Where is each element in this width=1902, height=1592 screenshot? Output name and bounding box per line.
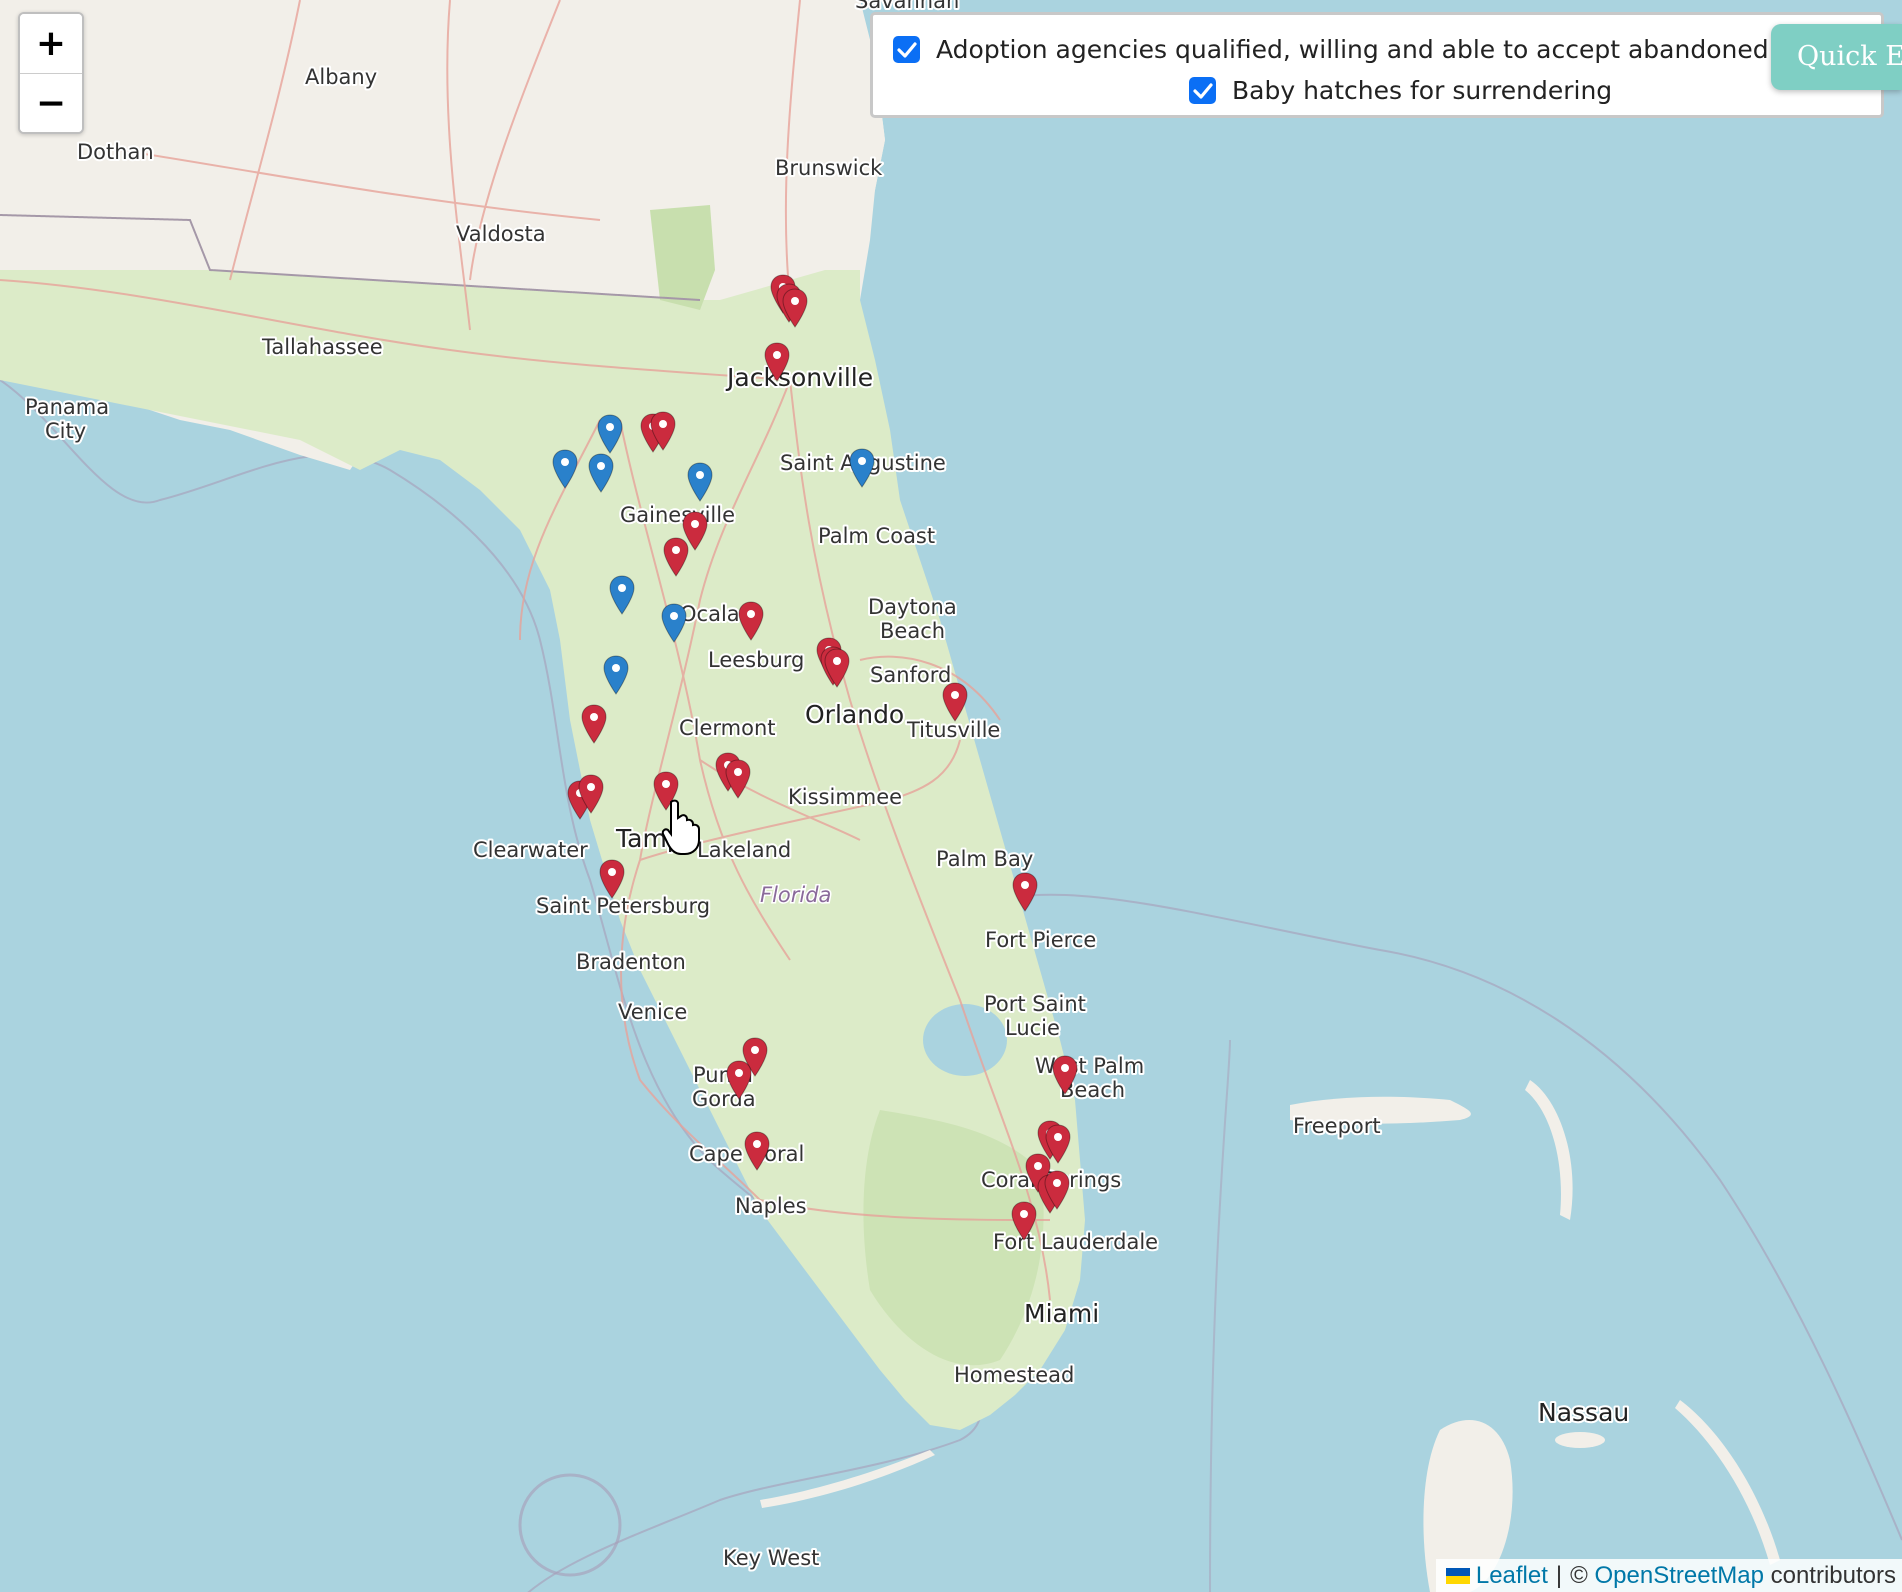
baby-hatches-label: Baby hatches for surrendering bbox=[1232, 76, 1613, 105]
label-freeport: Freeport bbox=[1293, 1114, 1381, 1138]
pin-center-dot bbox=[1034, 1162, 1042, 1170]
label-city: City bbox=[45, 419, 86, 443]
label-leesburg: Leesburg bbox=[708, 648, 804, 672]
pin-center-dot bbox=[608, 868, 616, 876]
new-providence bbox=[1555, 1432, 1605, 1448]
label-clermont: Clermont bbox=[679, 716, 776, 740]
label-albany: Albany bbox=[305, 65, 377, 89]
label-miami: Miami bbox=[1024, 1299, 1099, 1328]
filter-panel: Adoption agencies qualified, willing and… bbox=[870, 12, 1884, 118]
ukraine-flag-icon bbox=[1445, 1567, 1470, 1584]
label-palm-bay: Palm Bay bbox=[936, 847, 1033, 871]
label-beach: Beach bbox=[880, 619, 945, 643]
map-canvas[interactable]: Savannah Albany Dothan Brunswick Valdost… bbox=[0, 0, 1902, 1592]
label-lucie: Lucie bbox=[1005, 1016, 1060, 1040]
label-panama: Panama bbox=[25, 395, 109, 419]
label-tallahassee: Tallahassee bbox=[261, 335, 383, 359]
label-west-palm: West Palm bbox=[1035, 1054, 1144, 1078]
map-attribution: Leaflet | © OpenStreetMap contributors bbox=[1435, 1559, 1902, 1592]
pin-center-dot bbox=[587, 783, 595, 791]
pin-center-dot bbox=[597, 462, 605, 470]
label-lakeland: Lakeland bbox=[697, 838, 791, 862]
pin-center-dot bbox=[753, 1140, 761, 1148]
contributors-text: contributors bbox=[1770, 1562, 1896, 1589]
label-sanford: Sanford bbox=[870, 663, 951, 687]
label-gainesville: Gainesville bbox=[620, 503, 735, 527]
filter-adoption-agencies[interactable]: Adoption agencies qualified, willing and… bbox=[893, 35, 1883, 64]
label-gorda: Gorda bbox=[692, 1087, 756, 1111]
pin-center-dot bbox=[696, 471, 704, 479]
pin-center-dot bbox=[833, 657, 841, 665]
label-nassau: Nassau bbox=[1538, 1398, 1629, 1427]
pin-center-dot bbox=[735, 1069, 743, 1077]
label-titusville: Titusville bbox=[906, 718, 1000, 742]
pin-center-dot bbox=[734, 768, 742, 776]
check-icon bbox=[1192, 82, 1213, 99]
label-dothan: Dothan bbox=[77, 140, 154, 164]
pin-center-dot bbox=[751, 1046, 759, 1054]
pin-center-dot bbox=[618, 584, 626, 592]
pin-center-dot bbox=[1020, 1210, 1028, 1218]
adoption-agencies-checkbox[interactable] bbox=[893, 36, 920, 63]
map-tiles: Savannah Albany Dothan Brunswick Valdost… bbox=[0, 0, 1902, 1592]
label-valdosta: Valdosta bbox=[456, 222, 546, 246]
pin-center-dot bbox=[606, 423, 614, 431]
label-daytona: Daytona bbox=[868, 595, 957, 619]
baby-hatches-checkbox[interactable] bbox=[1189, 77, 1216, 104]
label-fort-pierce: Fort Pierce bbox=[985, 928, 1096, 952]
label-saint-petersburg: Saint Petersburg bbox=[536, 894, 710, 918]
openstreetmap-link[interactable]: OpenStreetMap bbox=[1595, 1559, 1764, 1592]
zoom-out-button[interactable]: − bbox=[20, 73, 82, 132]
pin-center-dot bbox=[747, 610, 755, 618]
pin-center-dot bbox=[670, 612, 678, 620]
pin-center-dot bbox=[1061, 1064, 1069, 1072]
pin-center-dot bbox=[1021, 881, 1029, 889]
filter-baby-hatches[interactable]: Baby hatches for surrendering bbox=[1189, 76, 1612, 105]
label-florida: Florida bbox=[760, 883, 831, 907]
attribution-separator: | bbox=[1555, 1562, 1563, 1589]
label-key-west: Key West bbox=[723, 1546, 819, 1570]
check-icon bbox=[896, 41, 917, 58]
label-naples: Naples bbox=[735, 1194, 807, 1218]
pin-center-dot bbox=[858, 457, 866, 465]
pin-center-dot bbox=[1054, 1133, 1062, 1141]
label-palm-coast: Palm Coast bbox=[818, 524, 935, 548]
label-clearwater: Clearwater bbox=[473, 838, 588, 862]
quick-exit-button[interactable]: Quick Exit bbox=[1771, 24, 1902, 90]
zoom-control: + − bbox=[18, 12, 84, 134]
copyright-symbol: © bbox=[1570, 1562, 1588, 1589]
label-homestead: Homestead bbox=[954, 1363, 1074, 1387]
label-orlando: Orlando bbox=[805, 700, 904, 729]
label-brunswick: Brunswick bbox=[775, 156, 883, 180]
pin-center-dot bbox=[612, 664, 620, 672]
label-jacksonville: Jacksonville bbox=[725, 363, 873, 392]
pin-center-dot bbox=[672, 546, 680, 554]
label-venice: Venice bbox=[618, 1000, 687, 1024]
label-ocala: Ocala bbox=[680, 602, 740, 626]
label-kissimmee: Kissimmee bbox=[788, 785, 902, 809]
pin-center-dot bbox=[590, 713, 598, 721]
pin-center-dot bbox=[659, 420, 667, 428]
pin-center-dot bbox=[773, 351, 781, 359]
pin-center-dot bbox=[951, 691, 959, 699]
okefenokee-forest bbox=[650, 205, 715, 310]
label-port-saint: Port Saint bbox=[984, 992, 1086, 1016]
adoption-agencies-label: Adoption agencies qualified, willing and… bbox=[936, 35, 1883, 64]
label-fort-lauderdale: Fort Lauderdale bbox=[993, 1230, 1158, 1254]
pin-center-dot bbox=[791, 297, 799, 305]
pin-center-dot bbox=[561, 458, 569, 466]
pin-center-dot bbox=[691, 520, 699, 528]
label-bradenton: Bradenton bbox=[576, 950, 686, 974]
leaflet-link[interactable]: Leaflet bbox=[1476, 1559, 1548, 1592]
pin-center-dot bbox=[662, 780, 670, 788]
pin-center-dot bbox=[1053, 1179, 1061, 1187]
zoom-in-button[interactable]: + bbox=[20, 14, 82, 73]
